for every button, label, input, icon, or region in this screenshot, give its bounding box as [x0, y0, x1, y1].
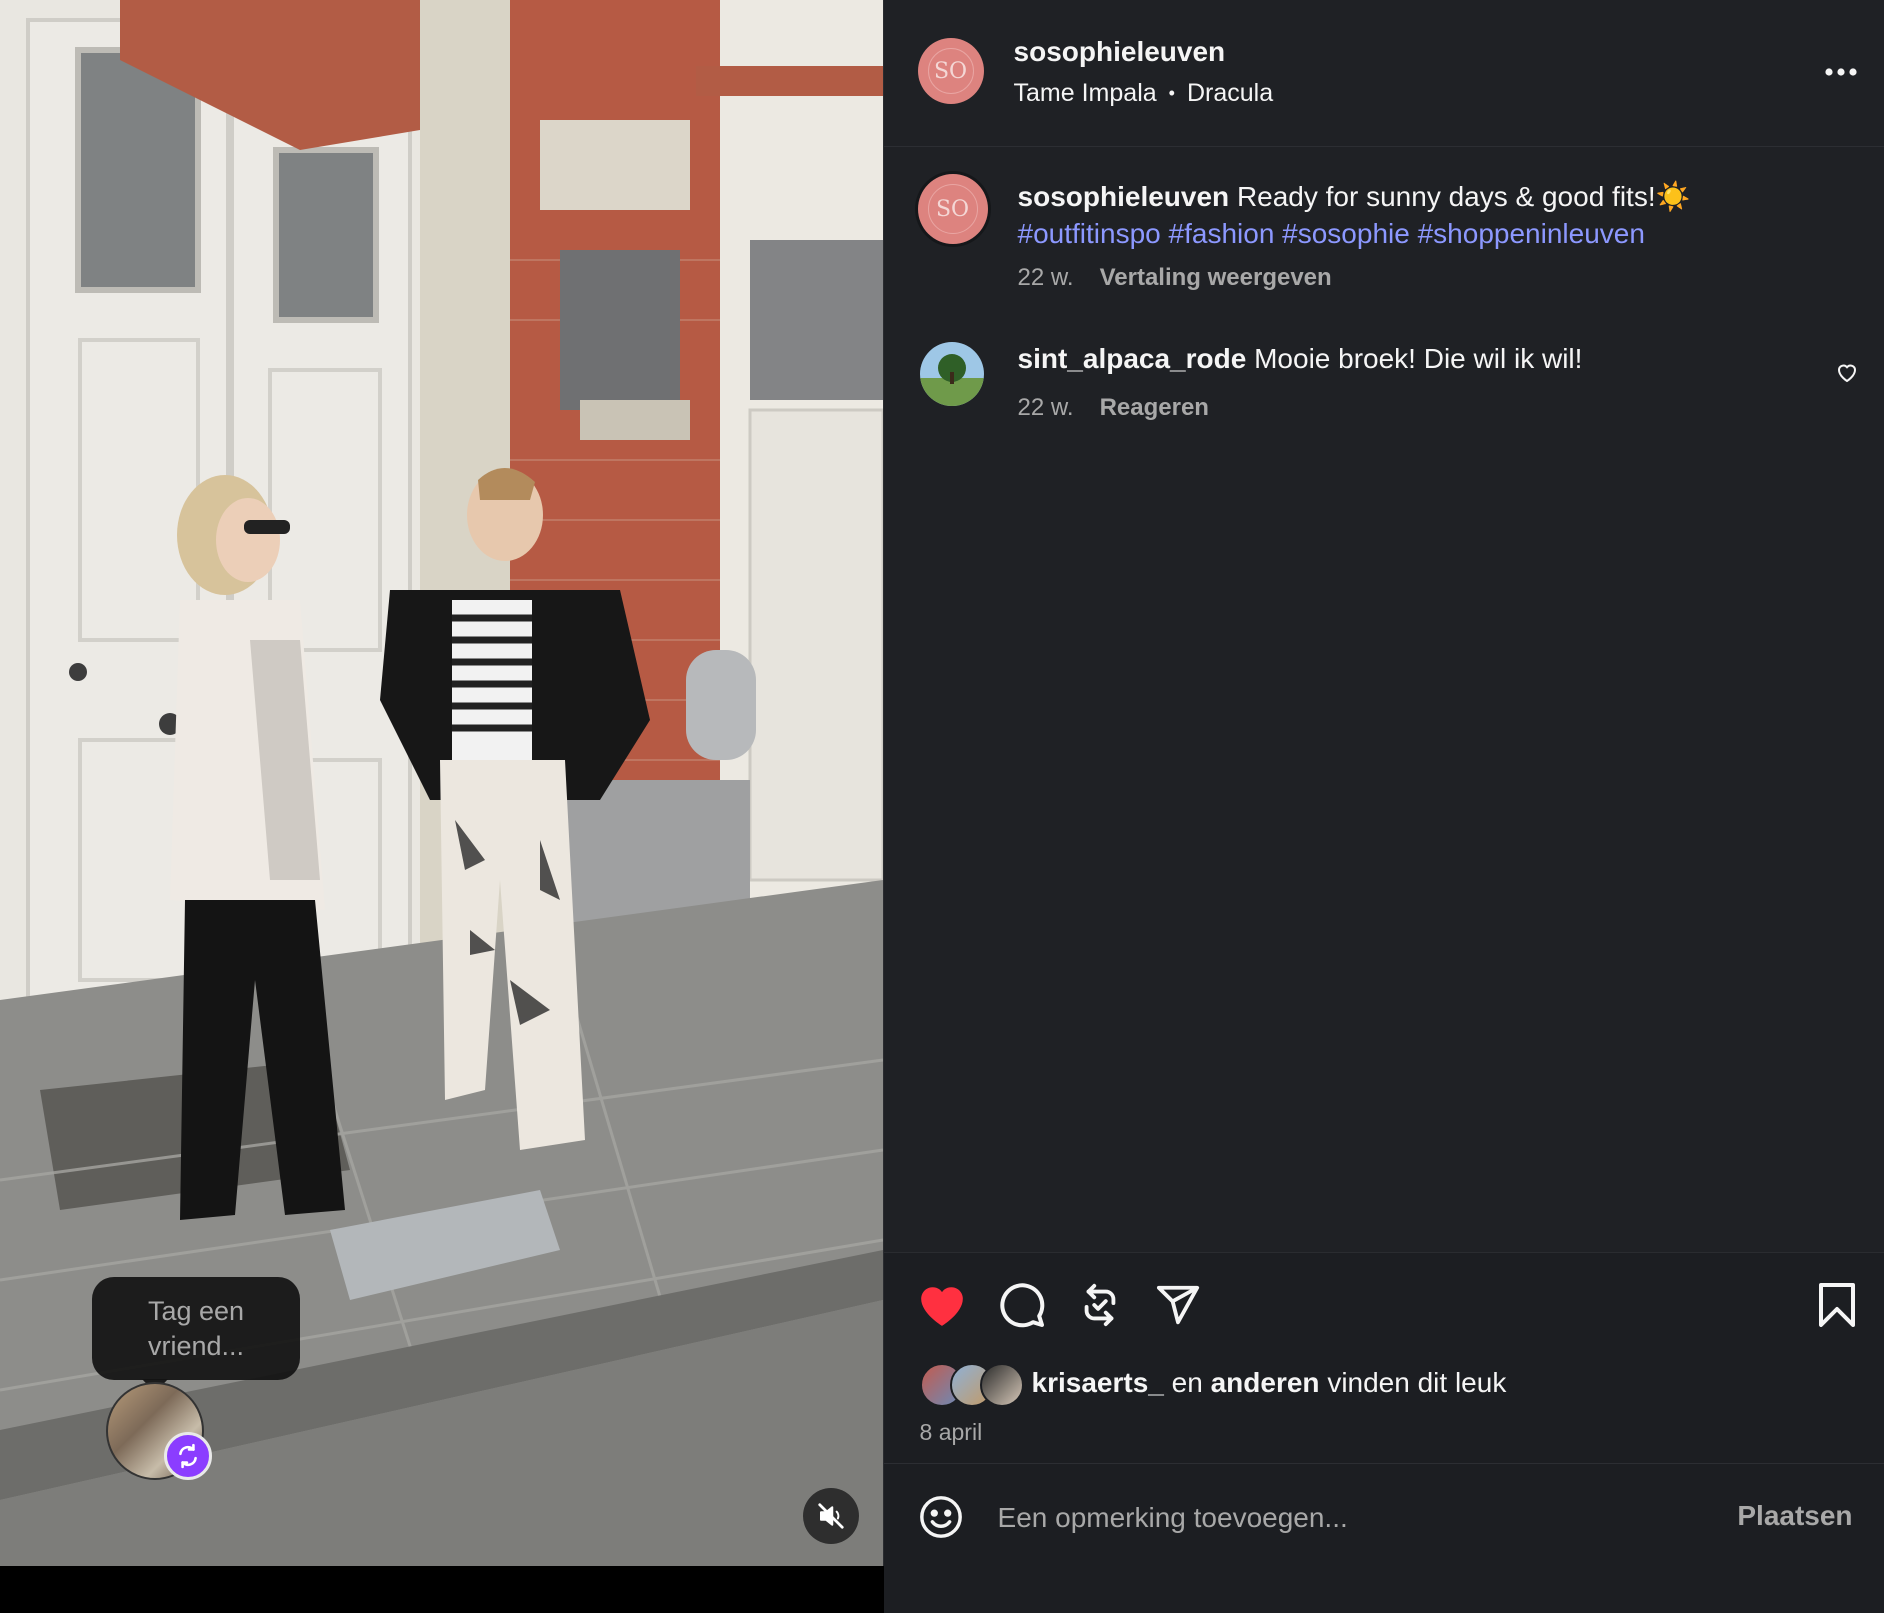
emoji-icon: [919, 1496, 962, 1538]
comment-avatar[interactable]: [919, 342, 984, 406]
more-options-button[interactable]: [1821, 52, 1861, 92]
audio-track[interactable]: Dracula: [1187, 79, 1273, 108]
reply-button[interactable]: Reageren: [1100, 394, 1209, 422]
caption-body: Ready for sunny days & good fits!☀️: [1236, 181, 1691, 212]
post-actions: krisaerts_ en anderen vinden dit leuk 8 …: [883, 1252, 1884, 1613]
translate-link[interactable]: Vertaling weergeven: [1100, 264, 1332, 292]
comment-username[interactable]: sint_alpaca_rode: [1018, 343, 1247, 374]
mute-button[interactable]: [803, 1488, 859, 1544]
speaker-muted-icon: [818, 1503, 844, 1529]
comment-button[interactable]: [994, 1279, 1050, 1331]
emoji-button[interactable]: [918, 1494, 964, 1540]
liker-avatars: [919, 1363, 1024, 1407]
save-button[interactable]: [1811, 1279, 1863, 1331]
profile-avatar[interactable]: SO: [917, 38, 984, 104]
caption-meta: 22 w. Vertaling weergeven: [1018, 264, 1332, 292]
liker-avatar: [979, 1363, 1024, 1407]
likes-connector: en: [1171, 1367, 1203, 1398]
comment-body: Mooie broek! Die wil ik wil!: [1254, 343, 1583, 374]
bookmark-icon: [1818, 1283, 1855, 1327]
caption-hashtags[interactable]: #outfitinspo #fashion #sosophie #shoppen…: [1018, 215, 1778, 252]
caption-username[interactable]: sosophieleuven: [1018, 181, 1230, 212]
post-comment-button[interactable]: Plaatsen: [1737, 1500, 1852, 1532]
share-button[interactable]: [1150, 1279, 1206, 1331]
share-icon: [1156, 1285, 1199, 1325]
comment-meta: 22 w. Reageren: [1018, 394, 1209, 422]
comment-like-button[interactable]: [1833, 358, 1861, 386]
repost-button[interactable]: [1072, 1279, 1128, 1331]
audio-separator: •: [1168, 83, 1175, 103]
post-date[interactable]: 8 april: [920, 1419, 983, 1446]
like-button[interactable]: [914, 1279, 970, 1331]
remix-badge[interactable]: [164, 1432, 212, 1480]
post-header: SO sosophieleuven Tame Impala • Dracula: [883, 0, 1884, 147]
caption-text: sosophieleuven Ready for sunny days & go…: [1018, 178, 1778, 252]
liker-username[interactable]: krisaerts_: [1032, 1367, 1164, 1399]
likes-suffix: vinden dit leuk: [1327, 1367, 1507, 1398]
comment-input[interactable]: [995, 1496, 1680, 1540]
header-username[interactable]: sosophieleuven: [1014, 36, 1226, 68]
more-icon: [1824, 68, 1857, 76]
add-comment-bar: Plaatsen: [883, 1463, 1884, 1568]
tag-friend-prompt[interactable]: Tag een vriend...: [92, 1277, 300, 1393]
likes-others-link[interactable]: anderen: [1211, 1367, 1320, 1399]
heart-filled-icon: [920, 1287, 963, 1326]
caption-age: 22 w.: [1017, 264, 1074, 291]
repost-icon: [1084, 1283, 1115, 1327]
repost-badge-icon: [179, 1443, 197, 1469]
audio-artist[interactable]: Tame Impala: [1014, 79, 1157, 108]
comment-text: sint_alpaca_rode Mooie broek! Die wil ik…: [1018, 340, 1778, 377]
audio-info[interactable]: Tame Impala • Dracula: [1014, 79, 1274, 108]
comment-icon: [999, 1283, 1044, 1328]
post-panel: SO sosophieleuven Tame Impala • Dracula …: [882, 0, 1884, 1613]
comment-age: 22 w.: [1017, 394, 1074, 421]
caption-avatar[interactable]: SO: [917, 174, 988, 244]
likes-summary[interactable]: krisaerts_ en anderen vinden dit leuk: [919, 1363, 1507, 1407]
heart-outline-icon: [1837, 364, 1856, 383]
reel-media[interactable]: Tag een vriend...: [0, 0, 883, 1566]
